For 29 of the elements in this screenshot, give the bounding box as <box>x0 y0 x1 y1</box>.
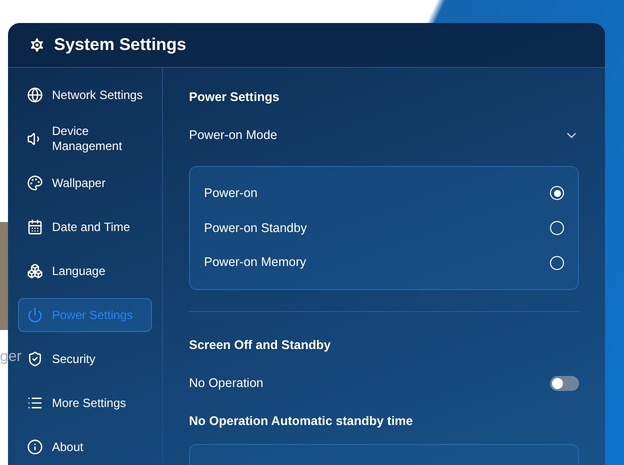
section-title: Power Settings <box>189 89 280 106</box>
radio-button[interactable] <box>550 221 564 235</box>
radio-button[interactable] <box>550 186 564 200</box>
radio-option[interactable]: Power-on Memory <box>204 245 564 280</box>
globe-icon <box>27 87 43 103</box>
power-icon <box>27 307 43 323</box>
radio-button[interactable] <box>550 256 564 270</box>
setting-subtitle: No Operation Automatic standby time <box>189 413 414 430</box>
sidebar-item[interactable]: Network Settings <box>18 78 152 112</box>
shield-icon <box>27 351 43 367</box>
window-title: System Settings <box>54 34 186 56</box>
settings-icon <box>28 36 46 54</box>
calendar-icon <box>27 219 43 235</box>
sidebar-item[interactable]: Language <box>18 254 152 288</box>
palette-icon <box>27 175 43 191</box>
section-title: Screen Off and Standby <box>189 337 332 354</box>
radio-option[interactable]: Power-on <box>204 176 564 211</box>
sidebar-item[interactable]: More Settings <box>18 386 152 420</box>
boxes-icon <box>27 263 43 279</box>
dropdown-header[interactable]: Power-on Mode <box>189 126 579 144</box>
toggle-switch[interactable] <box>550 376 579 390</box>
sidebar-item[interactable]: Wallpaper <box>18 166 152 200</box>
sidebar-item[interactable]: Date and Time <box>18 210 152 244</box>
radio-option[interactable]: Power-on Standby <box>204 210 564 246</box>
setting-label: No Operation <box>189 374 264 392</box>
info-icon <box>27 439 43 455</box>
sidebar-item[interactable]: Device Management <box>18 122 152 156</box>
sidebar-item[interactable]: About <box>18 430 152 464</box>
list-icon <box>27 395 43 411</box>
